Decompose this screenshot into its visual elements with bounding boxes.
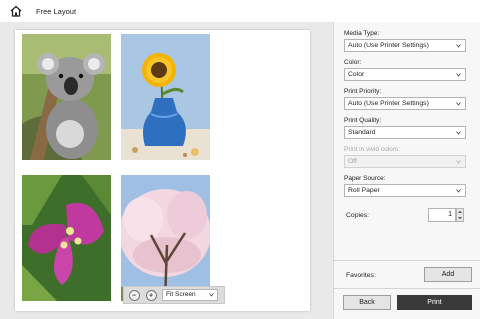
home-icon[interactable] — [10, 5, 22, 17]
add-favorite-button[interactable]: Add — [424, 267, 472, 282]
title-bar: Free Layout — [0, 0, 480, 22]
print-quality-label: Print Quality: — [344, 117, 382, 124]
divider — [334, 260, 480, 261]
zoom-fit-select[interactable]: Fit Screen — [162, 289, 218, 301]
color-select[interactable]: Color — [344, 68, 466, 81]
chevron-down-icon — [456, 160, 461, 164]
media-type-select[interactable]: Auto (Use Printer Settings) — [344, 39, 466, 52]
copies-label: Copies: — [346, 212, 370, 219]
chevron-down-icon — [456, 102, 461, 106]
zoom-in-icon[interactable] — [146, 290, 157, 301]
vivid-colors-select: Off — [344, 155, 466, 168]
arrow-down-icon[interactable] — [457, 215, 463, 221]
zoom-out-icon[interactable] — [129, 290, 140, 301]
copies-stepper[interactable] — [456, 208, 464, 222]
bougainvillea-flower-photo[interactable] — [22, 175, 111, 301]
vivid-colors-label: Print in vivid colors: — [344, 146, 400, 153]
koala-photo[interactable] — [22, 34, 111, 160]
settings-panel: Media Type: Auto (Use Printer Settings) … — [333, 22, 480, 319]
color-value: Color — [348, 71, 365, 78]
paper-source-value: Roll Paper — [348, 187, 380, 194]
print-priority-select[interactable]: Auto (Use Printer Settings) — [344, 97, 466, 110]
chevron-down-icon — [456, 189, 461, 193]
cherry-blossom-tree-photo[interactable] — [121, 175, 210, 301]
copies-input[interactable]: 1 — [428, 208, 456, 222]
paper-source-select[interactable]: Roll Paper — [344, 184, 466, 197]
chevron-down-icon — [456, 131, 461, 135]
print-button[interactable]: Print — [397, 295, 472, 310]
zoom-fit-value: Fit Screen — [166, 291, 196, 298]
chevron-down-icon — [209, 293, 214, 297]
zoom-toolbar: Fit Screen — [123, 286, 225, 304]
print-priority-label: Print Priority: — [344, 88, 382, 95]
preview-area: Fit Screen — [0, 22, 333, 319]
divider — [334, 288, 480, 289]
paper-source-label: Paper Source: — [344, 175, 386, 182]
chevron-down-icon — [456, 44, 461, 48]
print-quality-select[interactable]: Standard — [344, 126, 466, 139]
print-quality-value: Standard — [348, 129, 376, 136]
color-label: Color: — [344, 59, 362, 66]
vivid-colors-value: Off — [348, 158, 357, 165]
media-type-label: Media Type: — [344, 30, 380, 37]
app-title: Free Layout — [36, 7, 77, 16]
sunflower-vase-photo[interactable] — [121, 34, 210, 160]
layout-page: Fit Screen — [15, 30, 310, 311]
chevron-down-icon — [456, 73, 461, 77]
print-priority-value: Auto (Use Printer Settings) — [348, 100, 429, 107]
media-type-value: Auto (Use Printer Settings) — [348, 42, 429, 49]
favorites-label: Favorites: — [346, 272, 376, 279]
back-button[interactable]: Back — [343, 295, 391, 310]
